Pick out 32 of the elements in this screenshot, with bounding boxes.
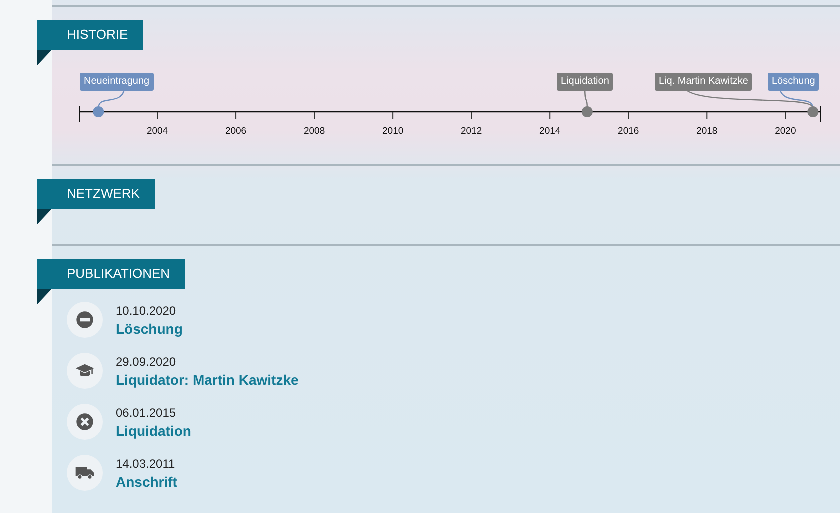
- event-label: Liq. Martin Kawitzke: [655, 73, 752, 91]
- publication-date: 14.03.2011: [116, 456, 176, 470]
- publication-date: 29.09.2020: [116, 354, 178, 368]
- tick-label: 2008: [304, 126, 326, 137]
- tick-label: 2014: [540, 126, 561, 137]
- tick-label: 2016: [618, 126, 640, 137]
- publication-link[interactable]: Anschrift: [116, 474, 178, 490]
- section-banner: HISTORIE: [37, 20, 144, 50]
- publication-link[interactable]: Löschung: [116, 320, 183, 336]
- publication-link[interactable]: Liquidator: Martin Kawitzke: [116, 372, 299, 388]
- event-dot: [808, 106, 819, 118]
- publication-link[interactable]: Liquidation: [116, 422, 192, 438]
- publication-date: 06.01.2015: [116, 406, 178, 420]
- event-label: Löschung: [768, 73, 820, 91]
- event-label: Liquidation: [557, 73, 614, 91]
- event-dot: [582, 106, 593, 118]
- section-banner: NETZWERK: [37, 179, 155, 209]
- tick-label: 2010: [382, 126, 404, 137]
- section-banner: PUBLIKATIONEN: [37, 259, 186, 289]
- tick-label: 2020: [775, 126, 796, 137]
- minus-circle-icon: [75, 310, 95, 330]
- tick-label: 2018: [696, 126, 718, 137]
- tick-label: 2006: [225, 126, 247, 137]
- event-dot: [93, 106, 104, 118]
- event-label: Neueintragung: [80, 73, 154, 91]
- banner-fold: [37, 209, 52, 225]
- banner-fold: [37, 289, 52, 305]
- tick-label: 2004: [146, 126, 168, 137]
- publication-date: 10.10.2020: [116, 304, 178, 318]
- tick-label: 2012: [461, 126, 482, 137]
- banner-fold: [37, 50, 52, 66]
- x-circle-icon: [75, 412, 95, 432]
